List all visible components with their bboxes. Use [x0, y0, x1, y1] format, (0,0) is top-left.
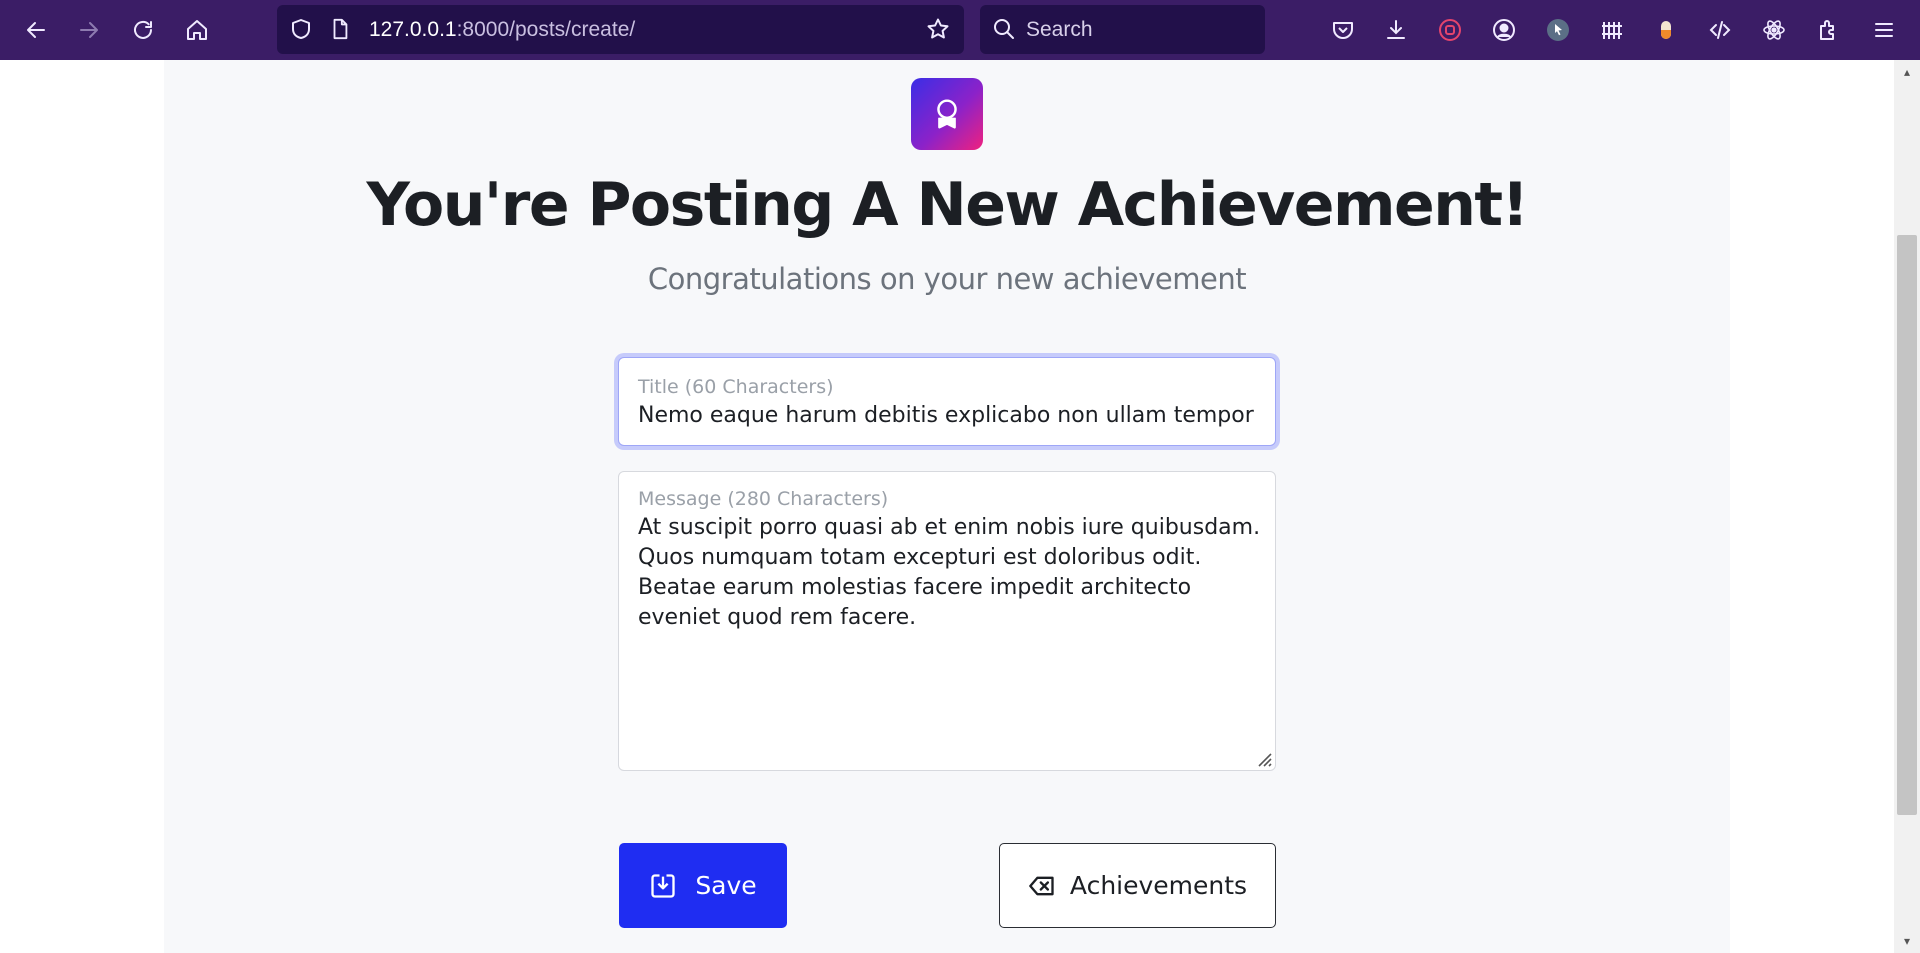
- search-placeholder: Search: [1026, 18, 1093, 41]
- menu-icon[interactable]: [1866, 12, 1902, 48]
- url-path: :8000/posts/create/: [456, 18, 636, 41]
- pocket-icon[interactable]: [1325, 12, 1361, 48]
- page-info-icon[interactable]: [329, 17, 353, 43]
- capsule-extension-icon[interactable]: [1648, 12, 1684, 48]
- cursor-extension-icon[interactable]: [1540, 12, 1576, 48]
- browser-toolbar: 127.0.0.1:8000/posts/create/ Search: [0, 0, 1920, 60]
- back-arrow-icon[interactable]: [18, 12, 54, 48]
- search-box[interactable]: Search: [980, 5, 1265, 54]
- url-host: 127.0.0.1: [369, 18, 457, 41]
- resize-grip-icon[interactable]: [1254, 749, 1272, 767]
- url-text[interactable]: 127.0.0.1:8000/posts/create/: [369, 5, 635, 54]
- scroll-down-icon[interactable]: ▾: [1901, 935, 1913, 947]
- react-devtools-icon[interactable]: [1756, 12, 1792, 48]
- save-download-icon: [651, 873, 675, 898]
- achievements-button-label: Achievements: [1069, 871, 1248, 900]
- home-icon[interactable]: [179, 12, 215, 48]
- save-button[interactable]: Save: [619, 843, 787, 928]
- reload-icon[interactable]: [125, 12, 161, 48]
- save-button-label: Save: [695, 871, 757, 900]
- forward-arrow-icon[interactable]: [71, 12, 107, 48]
- download-icon[interactable]: [1378, 12, 1414, 48]
- extensions-puzzle-icon[interactable]: [1810, 12, 1846, 48]
- message-textarea-value[interactable]: At suscipit porro quasi ab et enim nobis…: [638, 513, 1263, 633]
- code-icon[interactable]: [1702, 12, 1738, 48]
- extension-record-icon[interactable]: [1432, 12, 1468, 48]
- title-field[interactable]: Title (60 Characters) Nemo eaque harum d…: [618, 357, 1276, 446]
- page-scrollbar[interactable]: ▴ ▾: [1894, 60, 1920, 953]
- address-bar[interactable]: 127.0.0.1:8000/posts/create/: [277, 5, 964, 54]
- title-input-value[interactable]: Nemo eaque harum debitis explicabo non u…: [638, 403, 1258, 428]
- message-field[interactable]: Message (280 Characters) At suscipit por…: [618, 471, 1276, 771]
- page-subtitle: Congratulations on your new achievement: [647, 262, 1247, 296]
- search-icon: [992, 17, 1018, 43]
- award-logo-icon: [911, 78, 983, 150]
- message-field-label: Message (280 Characters): [638, 488, 889, 510]
- achievements-button[interactable]: Achievements: [999, 843, 1276, 928]
- fence-extension-icon[interactable]: [1594, 12, 1630, 48]
- backspace-icon: [1029, 876, 1054, 895]
- account-icon[interactable]: [1486, 12, 1522, 48]
- shield-icon[interactable]: [289, 17, 315, 43]
- bookmark-star-icon[interactable]: [926, 17, 952, 43]
- page-title: You're Posting A New Achievement!: [366, 170, 1529, 240]
- scroll-up-icon[interactable]: ▴: [1901, 66, 1913, 78]
- title-field-label: Title (60 Characters): [638, 376, 834, 398]
- scroll-thumb[interactable]: [1897, 235, 1917, 815]
